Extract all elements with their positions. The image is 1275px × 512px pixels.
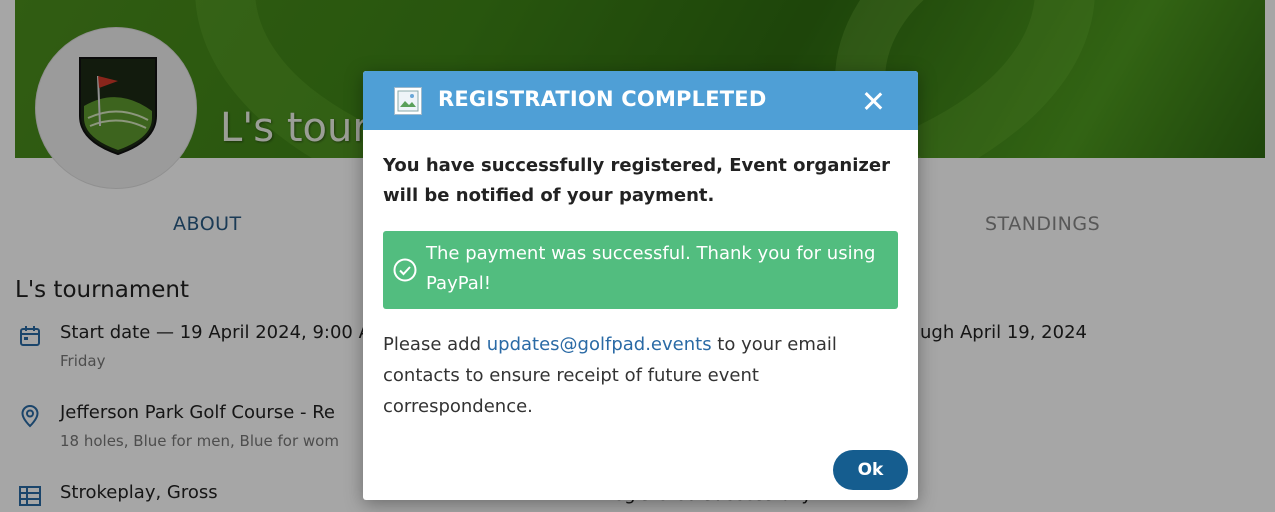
payment-success-text: The payment was successful. Thank you fo… (426, 243, 876, 294)
registration-modal: REGISTRATION COMPLETED You have successf… (363, 71, 918, 500)
close-icon[interactable] (862, 90, 884, 112)
modal-header: REGISTRATION COMPLETED (363, 71, 918, 130)
check-circle-icon (393, 258, 417, 282)
email-contacts-note: Please add updates@golfpad.events to you… (383, 329, 903, 422)
note-prefix: Please add (383, 334, 487, 355)
payment-success-alert: The payment was successful. Thank you fo… (383, 231, 898, 309)
modal-title: REGISTRATION COMPLETED (438, 87, 767, 111)
broken-image-icon (394, 87, 422, 115)
ok-button[interactable]: Ok (833, 450, 908, 490)
support-email-link[interactable]: updates@golfpad.events (487, 334, 712, 355)
success-message: You have successfully registered, Event … (383, 155, 890, 206)
